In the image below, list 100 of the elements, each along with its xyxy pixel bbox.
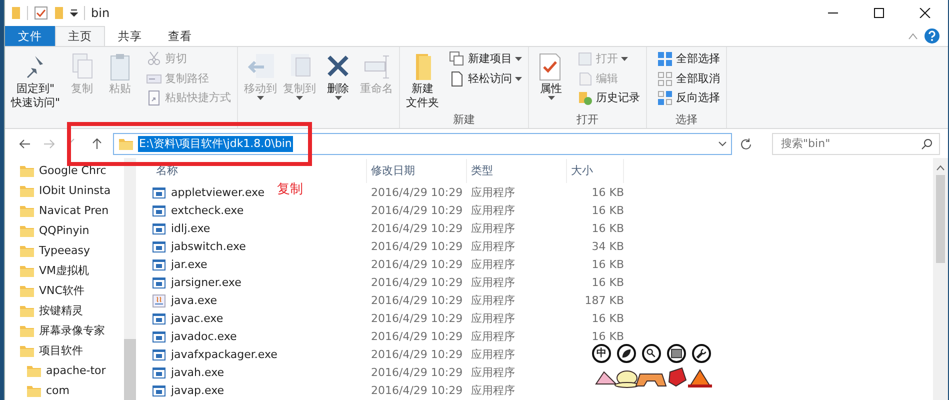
nav-item[interactable]: 项目软件 [5, 341, 124, 361]
ribbon-button[interactable]: 轻松访问 [447, 70, 524, 88]
maximize-icon [873, 8, 885, 18]
scroll-up-icon[interactable] [936, 164, 945, 172]
file-name[interactable]: javah.exe [171, 364, 224, 382]
file-name[interactable]: javac.exe [171, 310, 224, 328]
file-size: 187 KB [584, 294, 624, 307]
file-type: 应用程序 [471, 330, 515, 343]
application-icon [152, 312, 166, 326]
column-header[interactable]: 大小 [567, 159, 624, 183]
file-type: 应用程序 [471, 222, 515, 235]
search-box[interactable]: 搜索"bin" [772, 133, 940, 155]
column-header[interactable]: 类型 [467, 159, 567, 183]
scrollbar-thumb[interactable] [936, 175, 945, 263]
file-name[interactable]: java.exe [171, 292, 218, 310]
file-date: 2016/4/29 10:29 [371, 276, 463, 289]
folder-icon [26, 383, 42, 399]
nav-item[interactable]: Google Chrc [5, 161, 124, 181]
scrollbar-thumb[interactable] [124, 339, 136, 400]
file-type: 应用程序 [471, 348, 515, 361]
ribbon-button[interactable]: 新建 文件夹 [404, 50, 442, 112]
scrollbar[interactable] [124, 158, 136, 400]
file-type: 应用程序 [471, 186, 515, 199]
address-bar[interactable]: E:\资料\项目软件\jdk1.8.0\bin [113, 133, 732, 155]
file-date: 2016/4/29 10:29 [371, 240, 463, 253]
application-icon [152, 258, 166, 272]
file-size: 16 KB [592, 276, 624, 289]
file-name[interactable]: javafxpackager.exe [171, 346, 278, 364]
file-name[interactable]: jabswitch.exe [171, 238, 246, 256]
ribbon-tab[interactable]: 共享 [105, 26, 155, 46]
file-date: 2016/4/29 10:29 [371, 222, 463, 235]
scrollbar[interactable] [933, 158, 948, 400]
file-date: 2016/4/29 10:29 [371, 258, 463, 271]
folder-icon [19, 263, 35, 279]
file-name[interactable]: idlj.exe [171, 220, 210, 238]
folder-icon [19, 243, 35, 259]
wrench-icon [694, 346, 709, 361]
column-header[interactable]: 名称 [152, 159, 367, 183]
ribbon-tab[interactable]: 主页 [55, 26, 105, 46]
file-name[interactable]: appletviewer.exe [171, 184, 264, 202]
file-name[interactable]: jarsigner.exe [171, 274, 242, 292]
application-icon [152, 276, 166, 290]
folder-icon [19, 223, 35, 239]
folder-icon [26, 363, 42, 379]
history-icon [577, 90, 594, 106]
file-size: 16 KB [592, 186, 624, 199]
file-type: 应用程序 [471, 240, 515, 253]
group-label: 打开 [576, 113, 599, 126]
ribbon-button[interactable]: 删除 [320, 50, 356, 112]
file-date: 2016/4/29 10:29 [371, 348, 463, 361]
file-name[interactable]: jar.exe [171, 256, 208, 274]
file-type: 应用程序 [471, 312, 515, 325]
document-icon [449, 70, 466, 87]
nav-item[interactable]: IObit Uninsta [5, 181, 124, 201]
nav-item[interactable]: com [5, 381, 124, 400]
ribbon-tab[interactable]: 查看 [155, 26, 205, 46]
nav-item[interactable]: VM虚拟机 [5, 261, 124, 281]
ribbon-button[interactable]: 全部取消 [655, 70, 722, 88]
file-name[interactable]: javap.exe [171, 382, 224, 400]
file-type: 应用程序 [471, 258, 515, 271]
nav-item[interactable]: 按键精灵 [5, 301, 124, 321]
folder-icon [19, 183, 35, 199]
ribbon-button[interactable]: 新建项目 [447, 50, 524, 68]
nav-item[interactable]: Navicat Pren [5, 201, 124, 221]
nav-item[interactable]: QQPinyin [5, 221, 124, 241]
open-icon [577, 51, 594, 68]
ribbon-button[interactable]: 反向选择 [655, 89, 722, 108]
nav-item[interactable]: VNC软件 [5, 281, 124, 301]
java-icon [152, 294, 166, 308]
ribbon-button[interactable]: 历史记录 [575, 89, 642, 108]
shortcut-icon [146, 90, 162, 106]
collapse-icon [908, 32, 918, 40]
properties-icon [34, 6, 48, 20]
folder-icon [19, 323, 35, 339]
file-name[interactable]: extcheck.exe [171, 202, 244, 220]
nav-item[interactable]: Typeeasy [5, 241, 124, 261]
file-name[interactable]: javadoc.exe [171, 328, 237, 346]
group-label: 新建 [453, 113, 476, 126]
file-date: 2016/4/29 10:29 [371, 312, 463, 325]
file-size: 16 KB [592, 204, 624, 217]
file-date: 2016/4/29 10:29 [371, 204, 463, 217]
column-header[interactable]: 修改日期 [367, 159, 467, 183]
application-icon [152, 186, 166, 200]
application-icon [152, 204, 166, 218]
close-icon [919, 8, 931, 18]
ribbon-button[interactable]: 固定到" 快速访问" [9, 50, 62, 112]
dropdown-icon [70, 8, 78, 18]
ribbon-button[interactable]: 属性 [533, 50, 570, 112]
nav-item[interactable]: 屏幕录像专家 [5, 321, 124, 341]
file-menu-button[interactable]: 文件 [5, 26, 55, 46]
file-date: 2016/4/29 10:29 [371, 384, 463, 397]
application-icon [152, 366, 166, 380]
ribbon-button[interactable]: 全部选择 [655, 50, 722, 68]
nav-item[interactable]: apache-tor [5, 361, 124, 381]
file-size: 16 KB [592, 222, 624, 235]
file-date: 2016/4/29 10:29 [371, 294, 463, 307]
new-item-icon [449, 51, 466, 68]
folder-icon [19, 163, 35, 179]
file-date: 2016/4/29 10:29 [371, 366, 463, 379]
file-size: 16 KB [592, 258, 624, 271]
